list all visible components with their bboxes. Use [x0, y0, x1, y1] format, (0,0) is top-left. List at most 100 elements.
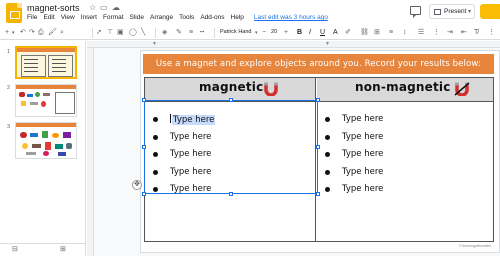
non-magnetic-column: non-magnetic Type here Type here Type he…	[317, 78, 493, 241]
filmstrip-footer: ⊟ ⊞	[0, 243, 86, 256]
menu-view[interactable]: View	[61, 14, 75, 21]
text-selection-box[interactable]	[142, 98, 320, 196]
cloud-icon[interactable]: ☁	[112, 3, 120, 13]
move-handle-icon[interactable]: ✥	[132, 180, 142, 190]
bullets-icon[interactable]: ☰	[418, 29, 424, 37]
magnetic-heading[interactable]: magnetic	[199, 80, 263, 94]
list-item[interactable]: Type here	[317, 181, 493, 199]
menu-addons[interactable]: Add-ons	[200, 14, 224, 21]
select-icon[interactable]: ➚	[96, 29, 102, 37]
bold-icon[interactable]: B	[297, 29, 302, 37]
outdent-icon[interactable]: ⇤	[461, 29, 467, 37]
slide-thumbnail-2[interactable]	[15, 84, 77, 117]
slide-thumbnail-1[interactable]	[15, 46, 77, 79]
non-magnetic-list[interactable]: Type here Type here Type here Type here …	[317, 111, 493, 199]
grid-view-icon[interactable]: ⊟	[12, 246, 18, 254]
list-item-text[interactable]: Type here	[342, 167, 383, 177]
slides-logo[interactable]	[6, 3, 22, 23]
text-color-icon[interactable]: A	[333, 29, 338, 37]
last-edit-link[interactable]: Last edit was 3 hours ago	[254, 14, 328, 21]
clear-format-icon[interactable]: T̸	[474, 29, 478, 37]
resize-handle[interactable]	[142, 145, 146, 149]
indent-icon[interactable]: ⇥	[447, 29, 453, 37]
shape-icon[interactable]: ◯	[129, 29, 137, 37]
list-item[interactable]: Type here	[317, 164, 493, 182]
align-icon[interactable]: ≡	[389, 29, 393, 37]
column-header: non-magnetic	[317, 78, 493, 102]
move-folder-icon[interactable]: ▭	[100, 3, 108, 13]
resize-handle[interactable]	[316, 145, 320, 149]
more-icon[interactable]: ⋮	[488, 29, 495, 37]
menu-arrange[interactable]: Arrange	[150, 14, 173, 21]
magnet-icon	[264, 82, 278, 96]
chevron-down-icon[interactable]: ▾	[255, 29, 258, 37]
slides-app: magnet-sorts ☆ ▭ ☁ File Edit View Insert…	[0, 0, 500, 256]
list-item[interactable]: Type here	[317, 146, 493, 164]
vertical-ruler	[87, 48, 94, 256]
present-label: Present	[444, 8, 467, 15]
present-button[interactable]: Present ▾	[429, 4, 475, 19]
font-size-field[interactable]: 20	[271, 29, 277, 35]
zoom-icon[interactable]: ⌕	[60, 29, 64, 37]
menu-bar: File Edit View Insert Format Slide Arran…	[27, 14, 328, 21]
menu-insert[interactable]: Insert	[81, 14, 97, 21]
slide-thumbnail-3[interactable]	[15, 122, 77, 159]
highlight-icon[interactable]: ✐	[345, 29, 351, 37]
menu-tools[interactable]: Tools	[179, 14, 194, 21]
comment-add-icon[interactable]: ⊞	[374, 29, 380, 37]
star-icon[interactable]: ☆	[89, 3, 96, 13]
list-item-text[interactable]: Type here	[342, 184, 383, 194]
filmstrip-view-icon[interactable]: ⊞	[60, 246, 66, 254]
resize-handle[interactable]	[142, 192, 146, 196]
credit-text: © learningwithsmiles	[458, 244, 491, 248]
app-header: magnet-sorts ☆ ▭ ☁ File Edit View Insert…	[0, 0, 500, 26]
italic-icon[interactable]: I	[309, 29, 311, 37]
instructions-banner[interactable]: Use a magnet and explore objects around …	[143, 54, 494, 74]
menu-edit[interactable]: Edit	[43, 14, 54, 21]
resize-handle[interactable]	[316, 192, 320, 196]
menu-format[interactable]: Format	[103, 14, 124, 21]
redo-icon[interactable]: ↷	[29, 29, 35, 37]
document-title[interactable]: magnet-sorts	[27, 3, 80, 13]
font-select[interactable]: Patrick Hand	[220, 29, 252, 35]
print-icon[interactable]: ⎙	[38, 29, 44, 37]
menu-file[interactable]: File	[27, 14, 37, 21]
decrease-size-icon[interactable]: −	[262, 29, 266, 37]
line-spacing-icon[interactable]: ↕	[403, 29, 407, 37]
numbered-list-icon[interactable]: ⋮	[433, 29, 440, 37]
border-color-icon[interactable]: ✎	[176, 29, 182, 37]
list-item-text[interactable]: Type here	[342, 132, 383, 142]
resize-handle[interactable]	[229, 192, 233, 196]
present-icon	[434, 8, 441, 15]
textbox-icon[interactable]: ⊤	[107, 29, 113, 37]
fill-color-icon[interactable]: ◈	[162, 29, 167, 37]
list-item[interactable]: Type here	[317, 129, 493, 147]
paint-format-icon[interactable]: 🖌	[48, 29, 57, 37]
image-icon[interactable]: ▣	[117, 29, 124, 37]
horizontal-ruler: ▼ ▼	[87, 41, 500, 48]
undo-icon[interactable]: ↶	[20, 29, 26, 37]
list-item-text[interactable]: Type here	[342, 149, 383, 159]
comment-icon[interactable]	[410, 6, 421, 18]
toolbar: + ▾ ↶ ↷ ⎙ 🖌 ⌕ ➚ ⊤ ▣ ◯ ╲ ◈ ✎ ≡ ┅ Patrick …	[0, 26, 500, 40]
border-weight-icon[interactable]: ≡	[189, 29, 193, 37]
border-dash-icon[interactable]: ┅	[200, 29, 204, 37]
chevron-down-icon[interactable]: ▾	[468, 8, 471, 15]
slide-number: 3	[7, 124, 11, 130]
increase-size-icon[interactable]: +	[284, 29, 288, 37]
non-magnetic-heading[interactable]: non-magnetic	[355, 80, 451, 94]
link-icon[interactable]: ⛓	[360, 29, 369, 37]
line-icon[interactable]: ╲	[141, 29, 145, 37]
resize-handle[interactable]	[316, 98, 320, 102]
slide-number: 2	[7, 85, 11, 91]
chevron-down-icon[interactable]: ▾	[12, 29, 15, 37]
resize-handle[interactable]	[142, 98, 146, 102]
menu-slide[interactable]: Slide	[130, 14, 144, 21]
list-item-text[interactable]: Type here	[342, 114, 383, 124]
menu-help[interactable]: Help	[231, 14, 244, 21]
list-item[interactable]: Type here	[317, 111, 493, 129]
underline-icon[interactable]: U	[320, 29, 325, 37]
share-button[interactable]	[480, 4, 500, 19]
new-slide-icon[interactable]: +	[5, 29, 9, 37]
resize-handle[interactable]	[229, 98, 233, 102]
